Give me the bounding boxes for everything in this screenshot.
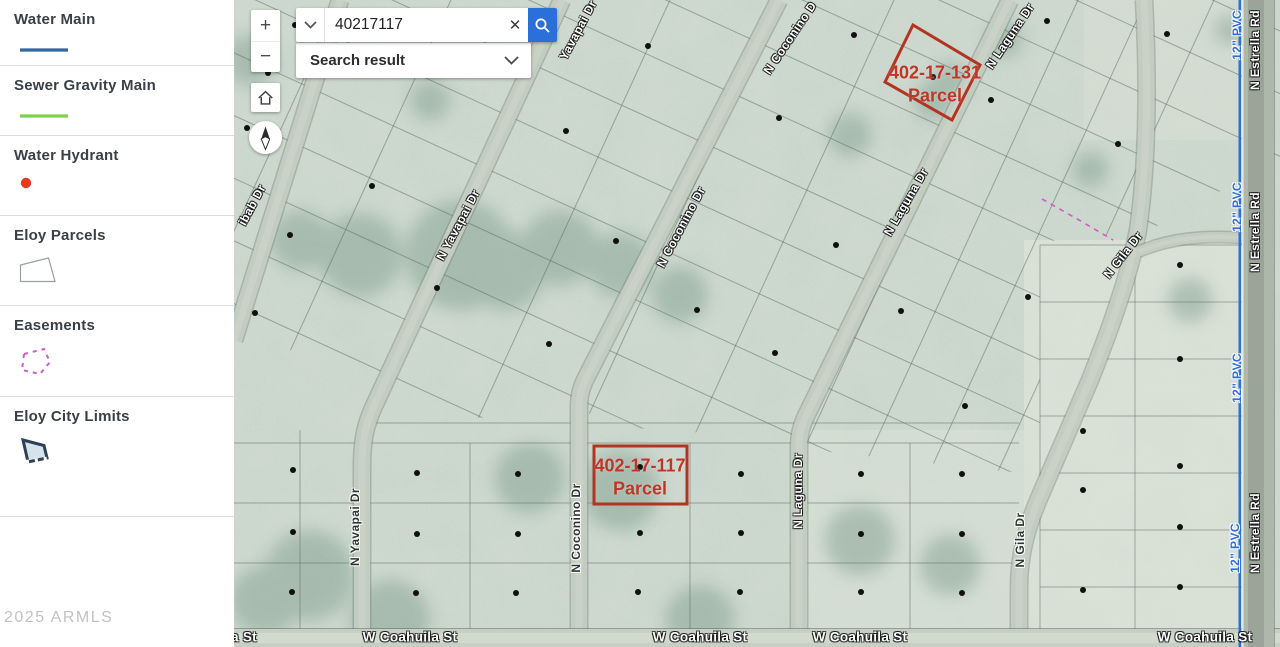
- legend-label: Eloy City Limits: [14, 408, 234, 425]
- legend-label: Sewer Gravity Main: [14, 77, 234, 94]
- legend-sidebar: Water Main Sewer Gravity Main Water Hydran…: [0, 0, 234, 647]
- water-main-line: [1239, 0, 1242, 647]
- chevron-down-icon: [304, 21, 317, 29]
- chevron-down-icon: [504, 56, 519, 65]
- search-icon: [534, 17, 551, 34]
- legend-item-easement: Easements: [0, 306, 234, 397]
- hydrant-swatch-icon: [19, 176, 234, 208]
- search-input[interactable]: [325, 8, 502, 42]
- search-source-dropdown[interactable]: [296, 8, 325, 42]
- easement-swatch-icon: [19, 346, 234, 378]
- search-bar: ✕: [296, 8, 557, 42]
- search-result-label: Search result: [310, 52, 405, 69]
- compass-button[interactable]: [249, 121, 282, 154]
- zoom-in-button[interactable]: +: [251, 10, 280, 41]
- clear-search-button[interactable]: ✕: [502, 8, 528, 42]
- parcel-swatch-icon: [19, 256, 234, 288]
- legend-label: Easements: [14, 317, 234, 334]
- basemap-canvas: [234, 0, 1280, 647]
- legend-item-water-main: Water Main: [0, 0, 234, 66]
- sewer-main-swatch-icon: [19, 106, 234, 138]
- zoom-out-button[interactable]: −: [251, 42, 280, 73]
- legend-item-city-limits: Eloy City Limits: [0, 397, 234, 517]
- legend-item-sewer-main: Sewer Gravity Main: [0, 66, 234, 136]
- legend-item-parcel: Eloy Parcels: [0, 216, 234, 306]
- legend-label: Eloy Parcels: [14, 227, 234, 244]
- search-result-panel[interactable]: Search result: [296, 43, 531, 78]
- watermark: 2025 ARMLS: [4, 609, 113, 627]
- compass-needle-icon: [255, 125, 276, 151]
- legend-list: Water Main Sewer Gravity Main Water Hydran…: [0, 0, 234, 517]
- home-button[interactable]: [251, 83, 280, 112]
- home-icon: [257, 89, 274, 107]
- gis-map-viewer: Water Main Sewer Gravity Main Water Hydran…: [0, 0, 1280, 647]
- estrella-road: [1242, 0, 1275, 647]
- city-limits-swatch-icon: [19, 437, 234, 469]
- legend-label: Water Main: [14, 11, 234, 28]
- legend-label: Water Hydrant: [14, 147, 234, 164]
- search-button[interactable]: [528, 8, 557, 42]
- legend-item-hydrant: Water Hydrant: [0, 136, 234, 216]
- map-viewport[interactable]: ibab DrN Yavapai DrYavapai DrN Coconino …: [234, 0, 1280, 647]
- close-icon: ✕: [509, 17, 522, 34]
- coahuila-road: [234, 628, 1280, 647]
- zoom-control: + −: [251, 10, 280, 72]
